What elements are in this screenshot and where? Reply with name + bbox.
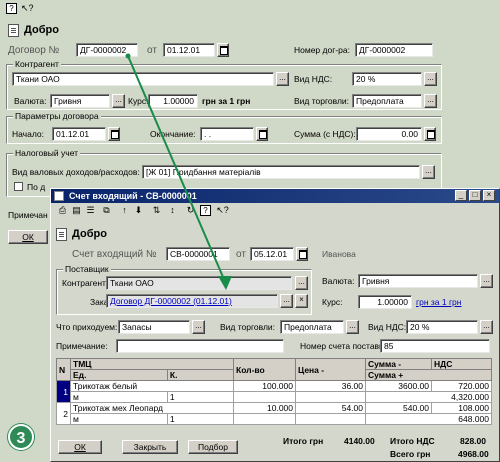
arrow-annotation: [125, 53, 232, 290]
step-badge: 3: [8, 424, 34, 450]
